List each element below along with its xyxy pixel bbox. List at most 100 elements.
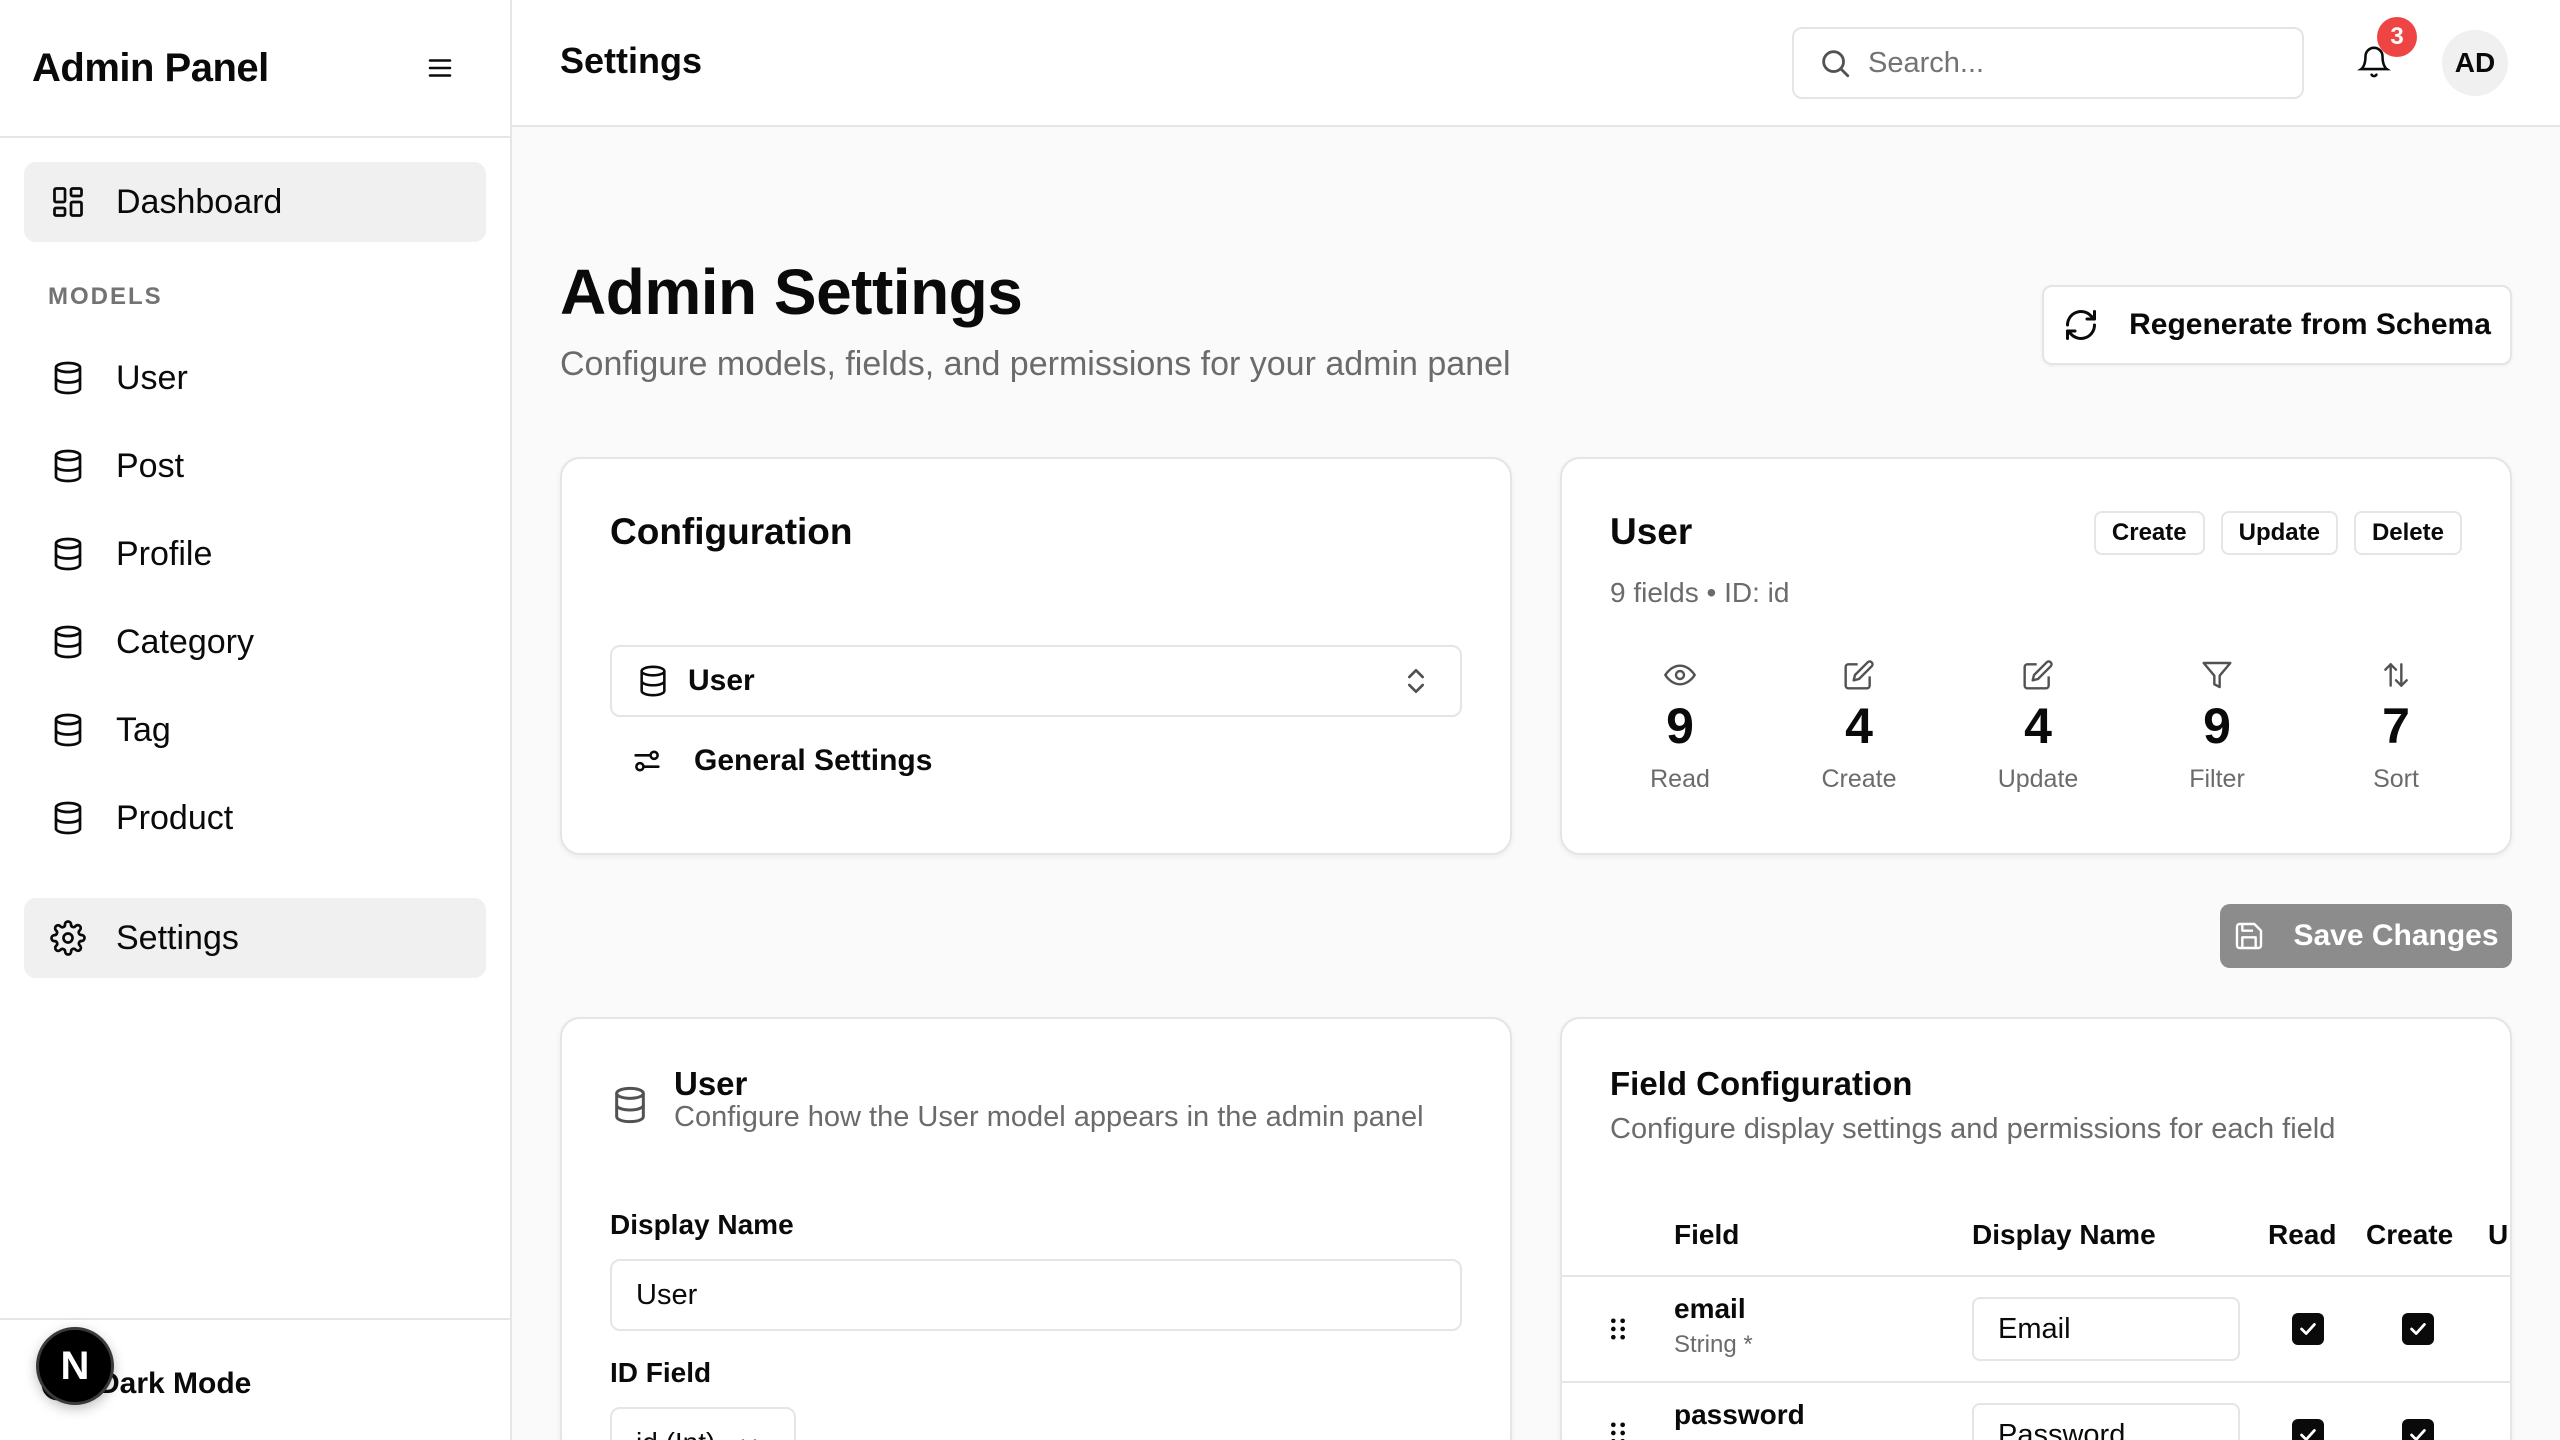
read-checkbox[interactable] [2292, 1419, 2324, 1440]
sidebar-item-label: Product [116, 798, 234, 837]
sidebar-item-label: Post [116, 446, 185, 485]
configuration-title: Configuration [610, 511, 853, 552]
regenerate-label: Regenerate from Schema [2129, 308, 2491, 341]
database-icon [48, 358, 88, 398]
stat-label: Filter [2189, 765, 2245, 793]
brand-title: Admin Panel [32, 45, 269, 90]
save-changes-button[interactable]: Save Changes [2220, 904, 2512, 968]
chevrons-up-down-icon [1408, 669, 1424, 693]
id-field-select[interactable]: id (Int) [610, 1407, 796, 1440]
sidebar-item-label: Settings [116, 918, 239, 957]
delete-badge: Delete [2353, 511, 2462, 555]
check-icon [2410, 1429, 2426, 1440]
display-name-input[interactable] [610, 1259, 1462, 1331]
stat-value: 9 [2203, 698, 2231, 754]
database-icon [48, 710, 88, 750]
stat-create: 4 Create [1789, 659, 1929, 794]
check-icon [2300, 1429, 2316, 1440]
model-summary-title: User [1610, 511, 1693, 552]
stat-filter: 9 Filter [2147, 659, 2287, 794]
sidebar-item-tag[interactable]: Tag [24, 690, 486, 770]
field-configuration-description: Configure display settings and permissio… [1610, 1113, 2336, 1145]
check-icon [2300, 1323, 2316, 1335]
sidebar-item-label: Profile [116, 534, 213, 573]
general-settings-item[interactable]: General Settings [630, 744, 932, 778]
model-settings-card: User Configure how the User model appear… [560, 1017, 1512, 1440]
database-icon [48, 446, 88, 486]
sidebar-item-user[interactable]: User [24, 338, 486, 418]
notification-count-badge: 3 [2377, 17, 2417, 57]
topbar: Settings 3 AD [512, 0, 2560, 127]
regenerate-schema-button[interactable]: Regenerate from Schema [2042, 285, 2512, 365]
stat-value: 4 [2024, 698, 2052, 754]
column-header-field: Field [1674, 1219, 1740, 1250]
search-box[interactable] [1792, 27, 2304, 99]
stat-update: 4 Update [1968, 659, 2108, 794]
column-header-update: U [2488, 1219, 2509, 1250]
sort-icon [2384, 663, 2408, 687]
model-summary-card: User Create Update Delete 9 fields • ID:… [1560, 457, 2512, 855]
database-icon [48, 534, 88, 574]
page-heading: Admin Settings [560, 256, 1023, 328]
field-display-name-input[interactable] [1972, 1297, 2240, 1361]
sidebar-item-label: User [116, 358, 188, 397]
sliders-icon [634, 750, 660, 772]
field-stats: 9 Read 4 Create 4 Update 9 Filter 7 Sort [1610, 659, 2466, 794]
eye-icon [1664, 664, 1696, 686]
sidebar-item-dashboard[interactable]: Dashboard [24, 162, 486, 242]
sidebar-item-product[interactable]: Product [24, 778, 486, 858]
column-header-create: Create [2366, 1219, 2454, 1250]
id-field-value: id (Int) [636, 1427, 715, 1440]
filter-icon [2202, 661, 2232, 689]
sidebar-item-category[interactable]: Category [24, 602, 486, 682]
database-icon [615, 1086, 645, 1124]
model-summary-meta: 9 fields • ID: id [1610, 577, 1790, 608]
configuration-card: Configuration User General Settings [560, 457, 1512, 855]
database-icon [48, 798, 88, 838]
page-title: Settings [560, 40, 703, 81]
model-settings-description: Configure how the User model appears in … [674, 1101, 1424, 1133]
stat-label: Update [1997, 765, 2079, 793]
gear-icon [48, 918, 88, 958]
stat-label: Create [1821, 765, 1897, 793]
database-icon [640, 665, 666, 697]
sidebar-item-settings[interactable]: Settings [24, 898, 486, 978]
menu-toggle-button[interactable] [420, 48, 460, 88]
column-header-display-name: Display Name [1972, 1219, 2156, 1250]
edit-icon [2023, 660, 2053, 690]
user-avatar[interactable]: AD [2442, 30, 2508, 96]
field-name: password [1674, 1399, 1805, 1430]
search-input[interactable] [1868, 46, 2268, 80]
read-checkbox[interactable] [2292, 1313, 2324, 1345]
drag-handle-icon[interactable] [1604, 1315, 1632, 1343]
field-configuration-card: Field Configuration Configure display se… [1560, 1017, 2512, 1440]
stat-label: Read [1650, 765, 1710, 793]
table-divider [1562, 1381, 2510, 1383]
chevron-down-icon [742, 1439, 757, 1440]
models-section-heading: MODELS [48, 283, 163, 310]
stat-value: 7 [2382, 698, 2410, 754]
nextjs-dev-badge[interactable]: N [36, 1327, 114, 1405]
model-select[interactable]: User [610, 645, 1462, 717]
model-settings-title: User [674, 1065, 748, 1102]
search-icon [1822, 50, 1850, 78]
save-icon [2236, 922, 2263, 950]
sidebar-item-label: Tag [116, 710, 171, 749]
stat-value: 4 [1845, 698, 1873, 754]
create-checkbox[interactable] [2402, 1313, 2434, 1345]
sidebar-item-label: Category [116, 622, 254, 661]
edit-icon [1844, 660, 1874, 690]
sidebar-item-post[interactable]: Post [24, 426, 486, 506]
stat-read: 9 Read [1610, 659, 1750, 794]
permission-badges: Create Update Delete [2093, 511, 2462, 555]
drag-handle-icon[interactable] [1604, 1419, 1632, 1440]
create-checkbox[interactable] [2402, 1419, 2434, 1440]
create-badge: Create [2093, 511, 2205, 555]
field-display-name-input[interactable] [1972, 1403, 2240, 1440]
column-header-read: Read [2268, 1219, 2337, 1250]
sidebar-item-profile[interactable]: Profile [24, 514, 486, 594]
field-configuration-title: Field Configuration [1610, 1065, 1913, 1102]
refresh-icon [2066, 310, 2097, 340]
check-icon [2410, 1323, 2426, 1335]
stat-sort: 7 Sort [2326, 659, 2466, 794]
